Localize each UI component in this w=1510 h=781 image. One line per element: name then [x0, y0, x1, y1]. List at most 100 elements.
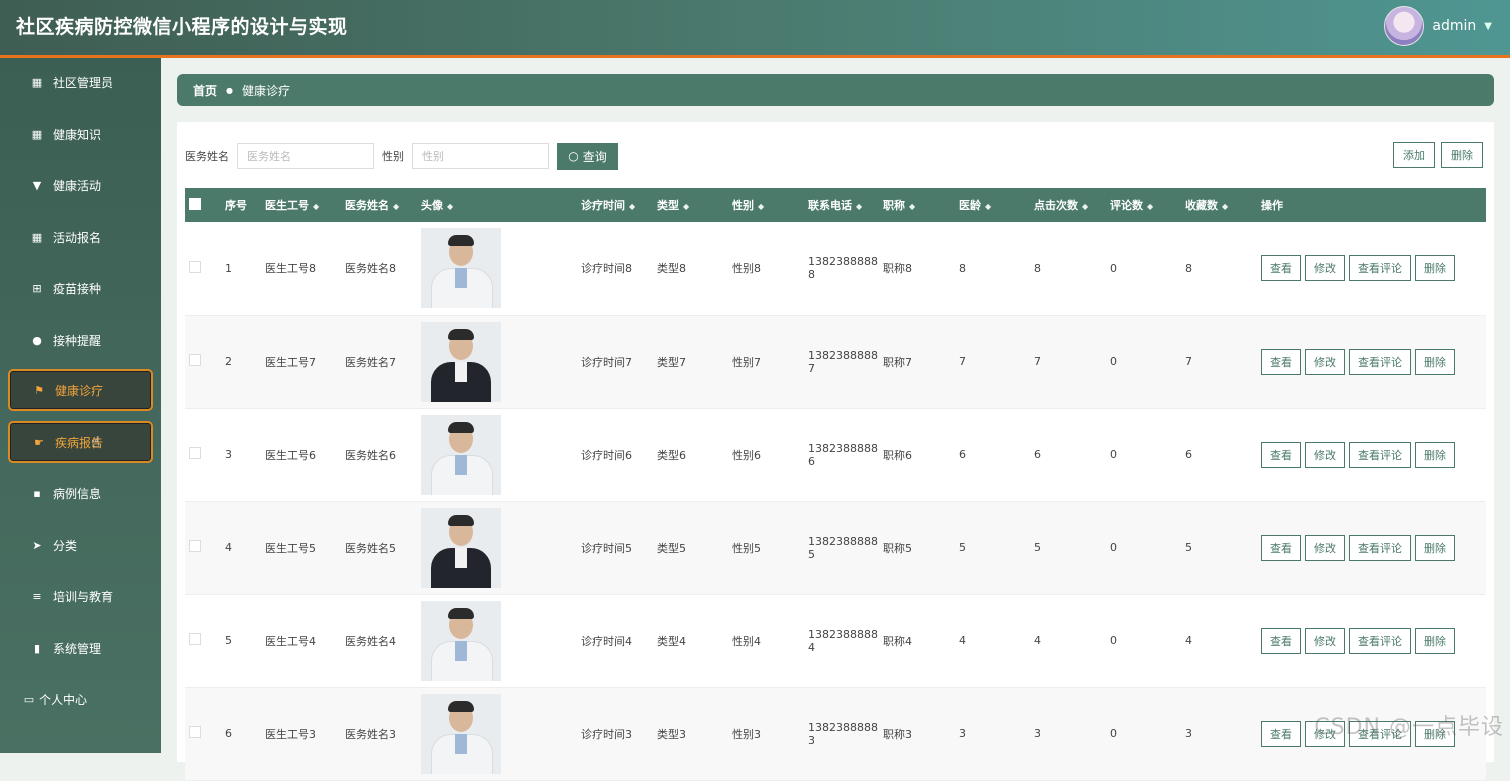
edit-button[interactable]: 修改 — [1305, 627, 1345, 654]
search-bar: 医务姓名 性别 ○ 查询 — [185, 142, 618, 170]
view-button[interactable]: 查看 — [1261, 720, 1301, 747]
photo-cell — [417, 222, 577, 315]
delete-button[interactable]: 删除 — [1415, 627, 1455, 654]
doctor-photo[interactable] — [421, 228, 501, 309]
row-select-cell[interactable] — [185, 501, 221, 594]
row-select-cell[interactable] — [185, 594, 221, 687]
grid-icon: ▦ — [31, 75, 43, 89]
sidebar-item-health-diagnosis[interactable]: ⚑ 健康诊疗 — [8, 369, 153, 411]
job-title: 职称8 — [883, 262, 912, 276]
row-checkbox[interactable] — [189, 726, 201, 738]
gender: 性别3 — [732, 727, 761, 741]
view-comments-button[interactable]: 查看评论 — [1349, 441, 1411, 468]
view-button[interactable]: 查看 — [1261, 441, 1301, 468]
row-checkbox[interactable] — [189, 633, 201, 645]
photo-cell — [417, 594, 577, 687]
column-header[interactable]: 职称 ◆ — [879, 188, 955, 222]
view-button[interactable]: 查看 — [1261, 255, 1301, 282]
sidebar-item-disease-report[interactable]: ☛ 疾病报告 — [8, 421, 153, 463]
sidebar-item-case-info[interactable]: ▪ 病例信息 — [8, 472, 153, 514]
select-all-cell[interactable] — [185, 188, 221, 222]
table-row: 5 医生工号4 医务姓名4 诊疗时间4 类型4 性别4 1382388888 4 职称4 4 4 0 4… — [185, 594, 1486, 687]
breadcrumb-home[interactable]: 首页 — [193, 82, 217, 99]
delete-button[interactable]: 删除 — [1415, 441, 1455, 468]
doctor-photo[interactable] — [421, 414, 501, 495]
doctor-photo[interactable] — [421, 600, 501, 681]
view-comments-button[interactable]: 查看评论 — [1349, 627, 1411, 654]
column-header[interactable]: 点击次数 ◆ — [1030, 188, 1106, 222]
user-menu[interactable]: admin ▼ — [1384, 6, 1492, 46]
sidebar-item-label: 疫苗接种 — [53, 281, 102, 296]
watermark: CSDN @一点毕设 — [1314, 715, 1504, 740]
row-checkbox[interactable] — [189, 354, 201, 366]
view-button[interactable]: 查看 — [1261, 627, 1301, 654]
column-header[interactable]: 头像 ◆ — [417, 188, 577, 222]
name-search-input[interactable] — [237, 143, 374, 169]
edit-button[interactable]: 修改 — [1305, 441, 1345, 468]
sidebar-item-system-management[interactable]: ▮ 系统管理 — [8, 627, 153, 669]
select-all-checkbox[interactable] — [189, 197, 201, 210]
edit-button[interactable]: 修改 — [1305, 534, 1345, 561]
sidebar-item-health-activity[interactable]: ▼ 健康活动 — [8, 164, 153, 206]
sidebar-item-label: 个人中心 — [39, 692, 88, 707]
row-actions-cell: 查看 修改 查看评论 删除 — [1257, 501, 1486, 594]
view-button[interactable]: 查看 — [1261, 348, 1301, 375]
row-select-cell[interactable] — [185, 408, 221, 501]
view-comments-button[interactable]: 查看评论 — [1349, 534, 1411, 561]
column-header[interactable]: 性别 ◆ — [728, 188, 804, 222]
favorite-count: 4 — [1185, 634, 1192, 647]
phone: 1382388888 8 — [804, 222, 879, 315]
years-of-practice: 3 — [959, 727, 966, 740]
sidebar-item-health-knowledge[interactable]: ▦ 健康知识 — [8, 113, 153, 155]
sidebar-item-label: 系统管理 — [53, 641, 102, 656]
row-checkbox[interactable] — [189, 447, 201, 459]
row-select-cell[interactable] — [185, 315, 221, 408]
column-header[interactable]: 联系电话 ◆ — [804, 188, 879, 222]
sidebar-item-vaccination-reminder[interactable]: ● 接种提醒 — [8, 319, 153, 361]
edit-button[interactable]: 修改 — [1305, 348, 1345, 375]
column-header[interactable]: 类型 ◆ — [653, 188, 728, 222]
doctor-photo[interactable] — [421, 321, 501, 402]
column-header[interactable]: 医龄 ◆ — [955, 188, 1030, 222]
batch-delete-button[interactable]: 删除 — [1441, 142, 1483, 168]
add-button[interactable]: 添加 — [1393, 142, 1435, 168]
sidebar-item-category[interactable]: ➤ 分类 — [8, 524, 153, 566]
delete-button[interactable]: 删除 — [1415, 348, 1455, 375]
sidebar-item-vaccination[interactable]: ⊞ 疫苗接种 — [8, 267, 153, 309]
view-comments-button[interactable]: 查看评论 — [1349, 255, 1411, 282]
phone-line-2: 4 — [808, 640, 815, 654]
delete-button[interactable]: 删除 — [1415, 255, 1455, 282]
sidebar-item-personal-center[interactable]: ▭ 个人中心 — [8, 678, 153, 720]
edit-button[interactable]: 修改 — [1305, 255, 1345, 282]
query-button[interactable]: ○ 查询 — [557, 142, 618, 170]
type: 类型6 — [657, 448, 686, 462]
view-comments-button[interactable]: 查看评论 — [1349, 348, 1411, 375]
doctor-photo[interactable] — [421, 693, 501, 774]
table-header-row: 序号 医生工号 ◆ 医务姓名 ◆ 头像 ◆ 诊疗时间 ◆ 类型 ◆ 性别 ◆ 联系电话 ◆ 职… — [185, 188, 1486, 222]
row-checkbox[interactable] — [189, 260, 201, 273]
user-name[interactable]: admin — [1432, 18, 1476, 34]
years-of-practice: 7 — [959, 355, 966, 368]
years-of-practice: 4 — [959, 634, 966, 647]
column-header[interactable]: 收藏数 ◆ — [1181, 188, 1257, 222]
row-checkbox[interactable] — [189, 540, 201, 552]
column-header[interactable]: 诊疗时间 ◆ — [577, 188, 653, 222]
column-header[interactable]: 医务姓名 ◆ — [341, 188, 417, 222]
sidebar-item-community-admin[interactable]: ▦ 社区管理员 — [8, 61, 153, 103]
gender: 性别6 — [732, 448, 761, 462]
sidebar-item-activity-signup[interactable]: ▦ 活动报名 — [8, 216, 153, 258]
job-title: 职称6 — [883, 448, 912, 462]
gender-search-input[interactable] — [412, 143, 549, 169]
column-header[interactable]: 评论数 ◆ — [1106, 188, 1181, 222]
job-title: 职称3 — [883, 727, 912, 741]
delete-button[interactable]: 删除 — [1415, 534, 1455, 561]
view-button[interactable]: 查看 — [1261, 534, 1301, 561]
doctor-photo[interactable] — [421, 507, 501, 588]
chevron-down-icon[interactable]: ▼ — [1484, 21, 1492, 32]
sidebar-item-training[interactable]: ≡ 培训与教育 — [8, 575, 153, 617]
avatar[interactable] — [1384, 6, 1425, 46]
comment-count: 0 — [1110, 261, 1117, 275]
row-select-cell[interactable] — [185, 687, 221, 780]
column-header[interactable]: 医生工号 ◆ — [261, 188, 341, 222]
row-select-cell[interactable] — [185, 222, 221, 315]
